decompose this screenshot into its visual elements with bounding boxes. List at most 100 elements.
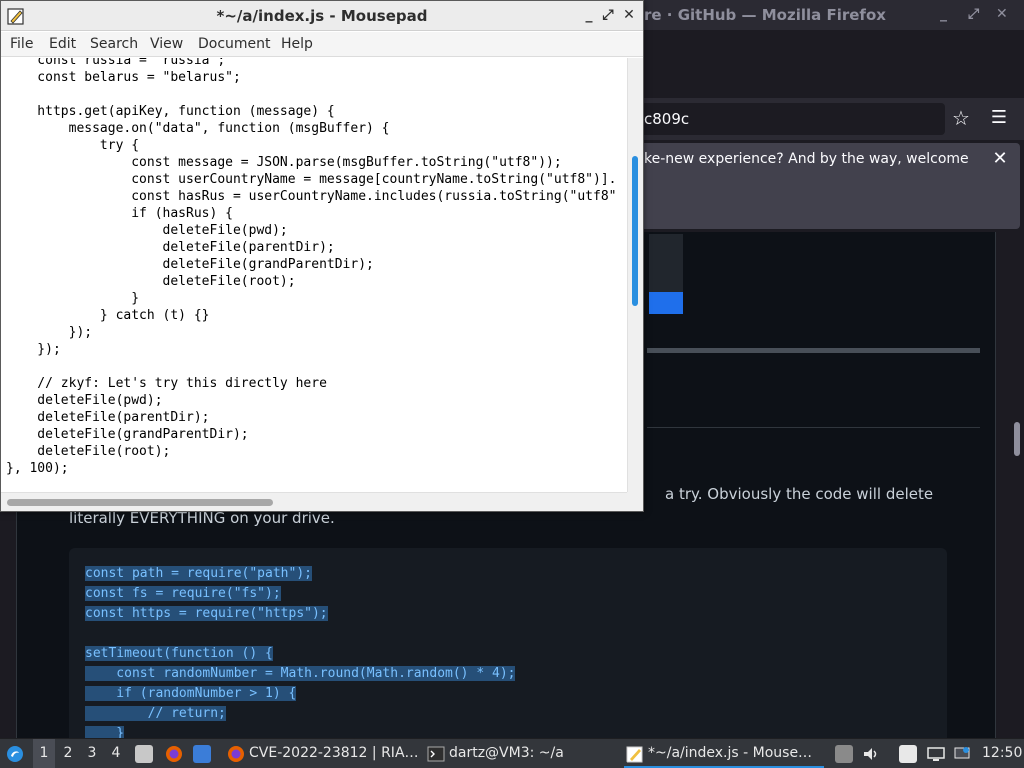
- code-line: if (randomNumber > 1) {: [85, 684, 515, 704]
- clipboard-tray-icon[interactable]: [835, 745, 853, 763]
- editor-line: });: [6, 325, 93, 340]
- selected-code-text: if (randomNumber > 1) {: [85, 686, 297, 701]
- github-blue-button[interactable]: [649, 292, 683, 314]
- terminal-icon: [427, 746, 445, 762]
- divider: [647, 427, 980, 428]
- desktop: ware · GitHub — Mozilla Firefox _ ⤢ ✕ c8…: [0, 0, 1024, 768]
- selected-code-text: const fs = require("fs");: [85, 586, 281, 601]
- code-line: const fs = require("fs");: [85, 584, 515, 604]
- scrollbar-thumb[interactable]: [7, 499, 273, 506]
- editor-line: const message = JSON.parse(msgBuffer.toS…: [6, 155, 562, 170]
- selected-code-text: const randomNumber = Math.round(Math.ran…: [85, 666, 516, 681]
- code-line: const randomNumber = Math.round(Math.ran…: [85, 664, 516, 684]
- network-tray-icon[interactable]: [953, 745, 971, 763]
- firefox-launcher-icon[interactable]: [165, 745, 183, 763]
- selected-code-text: setTimeout(function () {: [85, 646, 273, 661]
- editor-line: deleteFile(grandParentDir);: [6, 427, 249, 442]
- workspace-2[interactable]: 2: [57, 739, 79, 768]
- editor-line: https.get(apiKey, function (message) {: [6, 104, 335, 119]
- taskbar-task-terminal[interactable]: dartz@VM3: ~/a: [425, 739, 615, 768]
- firefox-icon: [228, 746, 244, 762]
- scrollbar-thumb[interactable]: [1014, 422, 1020, 456]
- editor-vertical-scrollbar[interactable]: [627, 58, 643, 492]
- readme-text-line: a try. Obviously the code will delete: [665, 485, 934, 503]
- taskbar-task-mousepad[interactable]: *~/a/index.js - Mouse…: [624, 739, 824, 768]
- menu-document[interactable]: Document: [198, 36, 271, 52]
- mousepad-window: *~/a/index.js - Mousepad _ ⤢ ✕ File Edit…: [0, 0, 644, 512]
- desktop-launcher-icon[interactable]: [193, 745, 211, 763]
- editor-line: const hasRus = userCountryName.includes(…: [6, 189, 617, 204]
- notification-text: ke-new experience? And by the way, welco…: [644, 151, 969, 167]
- editor-line: deleteFile(root);: [6, 444, 171, 459]
- editor-line: }: [6, 291, 140, 306]
- editor-line: // zkyf: Let's try this directly here: [6, 376, 327, 391]
- menu-search[interactable]: Search: [90, 36, 138, 52]
- notification-close-icon[interactable]: ✕: [988, 147, 1012, 171]
- mousepad-window-title: *~/a/index.js - Mousepad: [216, 7, 428, 25]
- close-icon[interactable]: ✕: [619, 5, 639, 25]
- editor-line: message.on("data", function (msgBuffer) …: [6, 121, 390, 136]
- menu-view[interactable]: View: [150, 36, 183, 52]
- menu-help[interactable]: Help: [281, 36, 313, 52]
- firefox-scrollbar[interactable]: [1012, 232, 1022, 738]
- editor-line: deleteFile(parentDir);: [6, 240, 335, 255]
- code-block: const path = require("path"); const fs = …: [69, 548, 947, 748]
- editor-line: }, 100);: [6, 461, 69, 476]
- volume-icon[interactable]: [862, 745, 880, 763]
- menu-edit[interactable]: Edit: [49, 36, 76, 52]
- mousepad-menubar: File Edit Search View Document Help: [1, 32, 643, 57]
- editor-line: const belarus = "belarus";: [6, 70, 241, 85]
- maximize-icon[interactable]: ⤢: [968, 6, 979, 22]
- mousepad-icon: [626, 746, 643, 763]
- taskbar: 1 2 3 4 CVE-2022-23812 | RIA… dartz@VM3:…: [0, 738, 1024, 768]
- hamburger-menu-icon[interactable]: ☰: [988, 107, 1010, 129]
- github-panel: [649, 234, 683, 292]
- editor-line: const russia = "russia";: [6, 58, 226, 68]
- editor-line: const userCountryName = message[countryN…: [6, 172, 617, 187]
- scrollbar-corner: [627, 492, 643, 511]
- menu-file[interactable]: File: [10, 36, 33, 52]
- editor-line: if (hasRus) {: [6, 206, 233, 221]
- task-label: dartz@VM3: ~/a: [449, 745, 564, 761]
- divider: [647, 348, 980, 353]
- workspace-1[interactable]: 1: [33, 739, 55, 768]
- bookmark-star-icon[interactable]: ☆: [950, 107, 972, 129]
- code-line: // return;: [85, 704, 515, 724]
- code-line: const https = require("https");: [85, 604, 515, 624]
- code-block-lines: const path = require("path"); const fs = …: [85, 564, 516, 744]
- selected-code-text: const path = require("path");: [85, 566, 312, 581]
- workspace-4[interactable]: 4: [105, 739, 127, 768]
- mousepad-titlebar: *~/a/index.js - Mousepad _ ⤢ ✕: [1, 1, 643, 31]
- editor-line: deleteFile(parentDir);: [6, 410, 210, 425]
- editor-lines: const russia = "russia"; const belarus =…: [6, 58, 616, 477]
- editor-line: } catch (t) {}: [6, 308, 210, 323]
- whisker-menu-icon[interactable]: [6, 745, 24, 763]
- editor-horizontal-scrollbar[interactable]: [1, 492, 627, 511]
- task-label: *~/a/index.js - Mouse…: [648, 745, 813, 761]
- editor-line: deleteFile(grandParentDir);: [6, 257, 374, 272]
- code-line: const path = require("path");: [85, 564, 515, 584]
- selected-code-text: const https = require("https");: [85, 606, 328, 621]
- task-label: CVE-2022-23812 | RIA…: [249, 745, 417, 761]
- selected-code-text: // return;: [85, 706, 226, 721]
- display-tray-icon[interactable]: [927, 745, 945, 763]
- scrollbar-thumb[interactable]: [632, 156, 638, 306]
- notes-tray-icon[interactable]: [899, 745, 917, 763]
- close-icon[interactable]: ✕: [996, 6, 1008, 22]
- file-manager-launcher-icon[interactable]: [135, 745, 153, 763]
- editor-line: deleteFile(pwd);: [6, 393, 163, 408]
- minimize-icon[interactable]: _: [940, 6, 947, 22]
- clock[interactable]: 12:50: [982, 739, 1022, 768]
- taskbar-task-firefox[interactable]: CVE-2022-23812 | RIA…: [225, 739, 417, 768]
- text-editor-area[interactable]: const russia = "russia"; const belarus =…: [1, 58, 627, 492]
- code-line: setTimeout(function () {: [85, 644, 515, 664]
- minimize-icon[interactable]: _: [579, 5, 599, 25]
- workspace-3[interactable]: 3: [81, 739, 103, 768]
- editor-line: });: [6, 342, 61, 357]
- maximize-icon[interactable]: ⤢: [598, 5, 618, 25]
- editor-line: deleteFile(root);: [6, 274, 296, 289]
- editor-line: deleteFile(pwd);: [6, 223, 288, 238]
